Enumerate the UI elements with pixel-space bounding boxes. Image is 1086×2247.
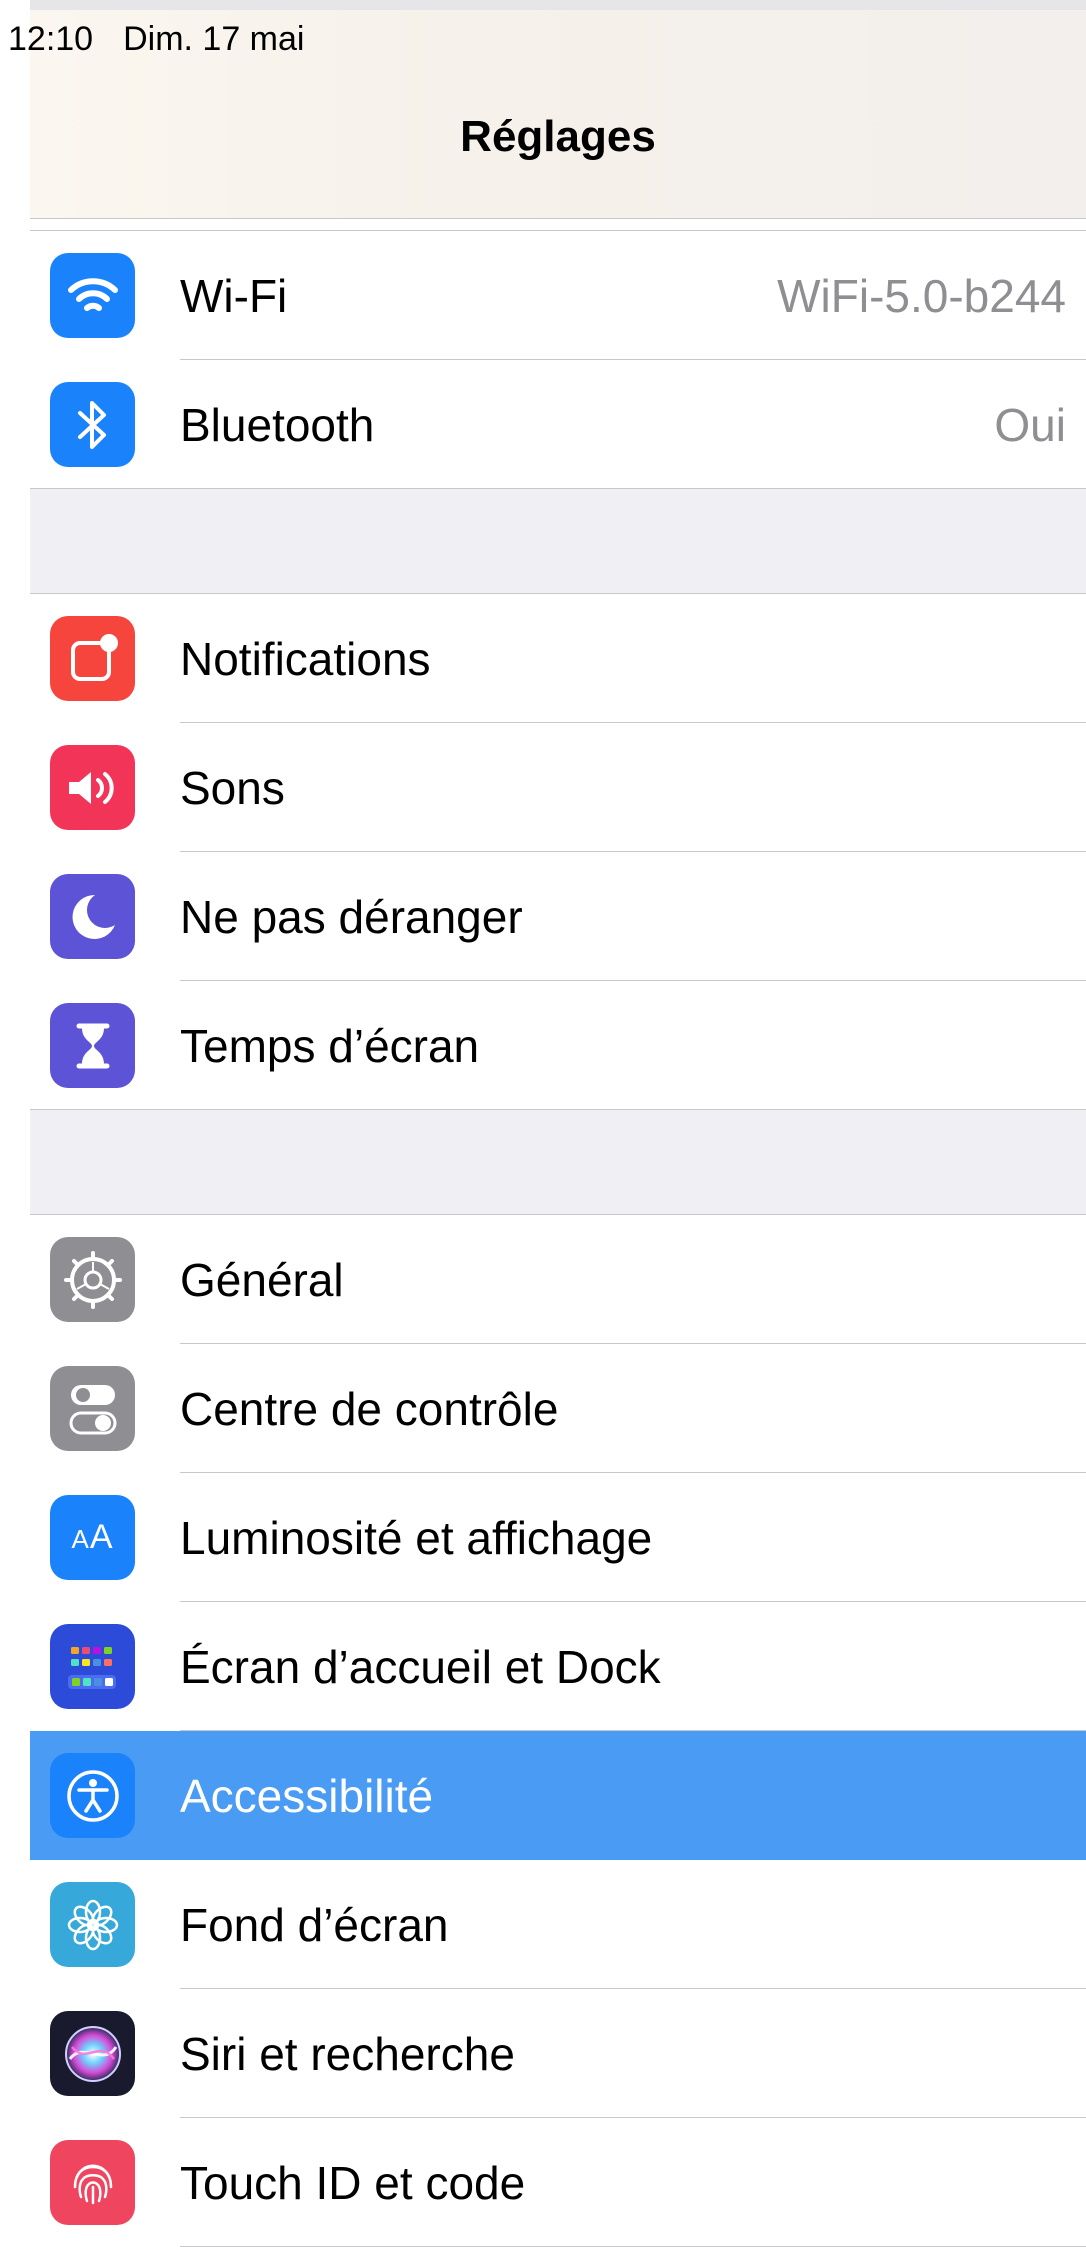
settings-row-touch-id[interactable]: Touch ID et code: [30, 2118, 1086, 2247]
toggles-icon: [50, 1366, 135, 1451]
settings-row-label: Accessibilité: [180, 1769, 434, 1822]
accessibility-icon: [50, 1753, 135, 1838]
text-size-icon: AA: [50, 1495, 135, 1580]
settings-row-notifications[interactable]: Notifications: [30, 594, 1086, 723]
settings-row-label: Écran d’accueil et Dock: [180, 1640, 661, 1693]
row-divider: [30, 1109, 1086, 1110]
settings-row-wifi[interactable]: Wi-Fi WiFi-5.0-b244: [30, 231, 1086, 360]
group-spacer: [30, 489, 1086, 594]
row-divider: [30, 488, 1086, 489]
settings-row-siri[interactable]: Siri et recherche: [30, 1989, 1086, 2118]
settings-row-label: Siri et recherche: [180, 2027, 515, 2080]
settings-row-general[interactable]: Général: [30, 1215, 1086, 1344]
settings-row-centre-de-controle[interactable]: Centre de contrôle: [30, 1344, 1086, 1473]
settings-row-label: Fond d’écran: [180, 1898, 449, 1951]
settings-row-ne-pas-deranger[interactable]: Ne pas déranger: [30, 852, 1086, 981]
bluetooth-status-value: Oui: [994, 398, 1066, 451]
status-date: Dim. 17 mai: [123, 19, 305, 58]
notifications-icon: [50, 616, 135, 701]
status-bar: 12:10 Dim. 17 mai: [0, 14, 304, 64]
speaker-icon: [50, 745, 135, 830]
siri-icon: [50, 2011, 135, 2096]
settings-row-label: Wi-Fi: [180, 269, 288, 322]
settings-list: Wi-Fi WiFi-5.0-b244 Bluetooth Oui Notifi…: [30, 230, 1086, 2247]
settings-row-label: Luminosité et affichage: [180, 1511, 653, 1564]
settings-row-label: Centre de contrôle: [180, 1382, 559, 1435]
settings-row-bluetooth[interactable]: Bluetooth Oui: [30, 360, 1086, 489]
settings-row-label: Touch ID et code: [180, 2156, 526, 2209]
page-top-strip: [0, 0, 1086, 10]
settings-row-luminosite[interactable]: AA Luminosité et affichage: [30, 1473, 1086, 1602]
group-spacer: [30, 1110, 1086, 1215]
settings-row-label: Sons: [180, 761, 285, 814]
flower-icon: [50, 1882, 135, 1967]
wifi-icon: [50, 253, 135, 338]
left-gutter: [0, 0, 30, 2238]
status-time: 12:10: [8, 19, 94, 58]
hourglass-icon: [50, 1003, 135, 1088]
moon-icon: [50, 874, 135, 959]
settings-row-label: Notifications: [180, 632, 431, 685]
page-title: Réglages: [460, 112, 656, 161]
settings-row-accessibilite[interactable]: Accessibilité: [30, 1731, 1086, 1860]
settings-row-label: Bluetooth: [180, 398, 375, 451]
settings-row-sons[interactable]: Sons: [30, 723, 1086, 852]
settings-row-fond-ecran[interactable]: Fond d’écran: [30, 1860, 1086, 1989]
settings-row-label: Général: [180, 1253, 344, 1306]
fingerprint-icon: [50, 2140, 135, 2225]
settings-row-label: Temps d’écran: [180, 1019, 480, 1072]
settings-row-ecran-accueil[interactable]: Écran d’accueil et Dock: [30, 1602, 1086, 1731]
bluetooth-icon: [50, 382, 135, 467]
wifi-network-value: WiFi-5.0-b244: [777, 269, 1066, 322]
settings-row-label: Ne pas déranger: [180, 890, 523, 943]
home-screen-icon: [50, 1624, 135, 1709]
gear-icon: [50, 1237, 135, 1322]
settings-row-temps-ecran[interactable]: Temps d’écran: [30, 981, 1086, 1110]
